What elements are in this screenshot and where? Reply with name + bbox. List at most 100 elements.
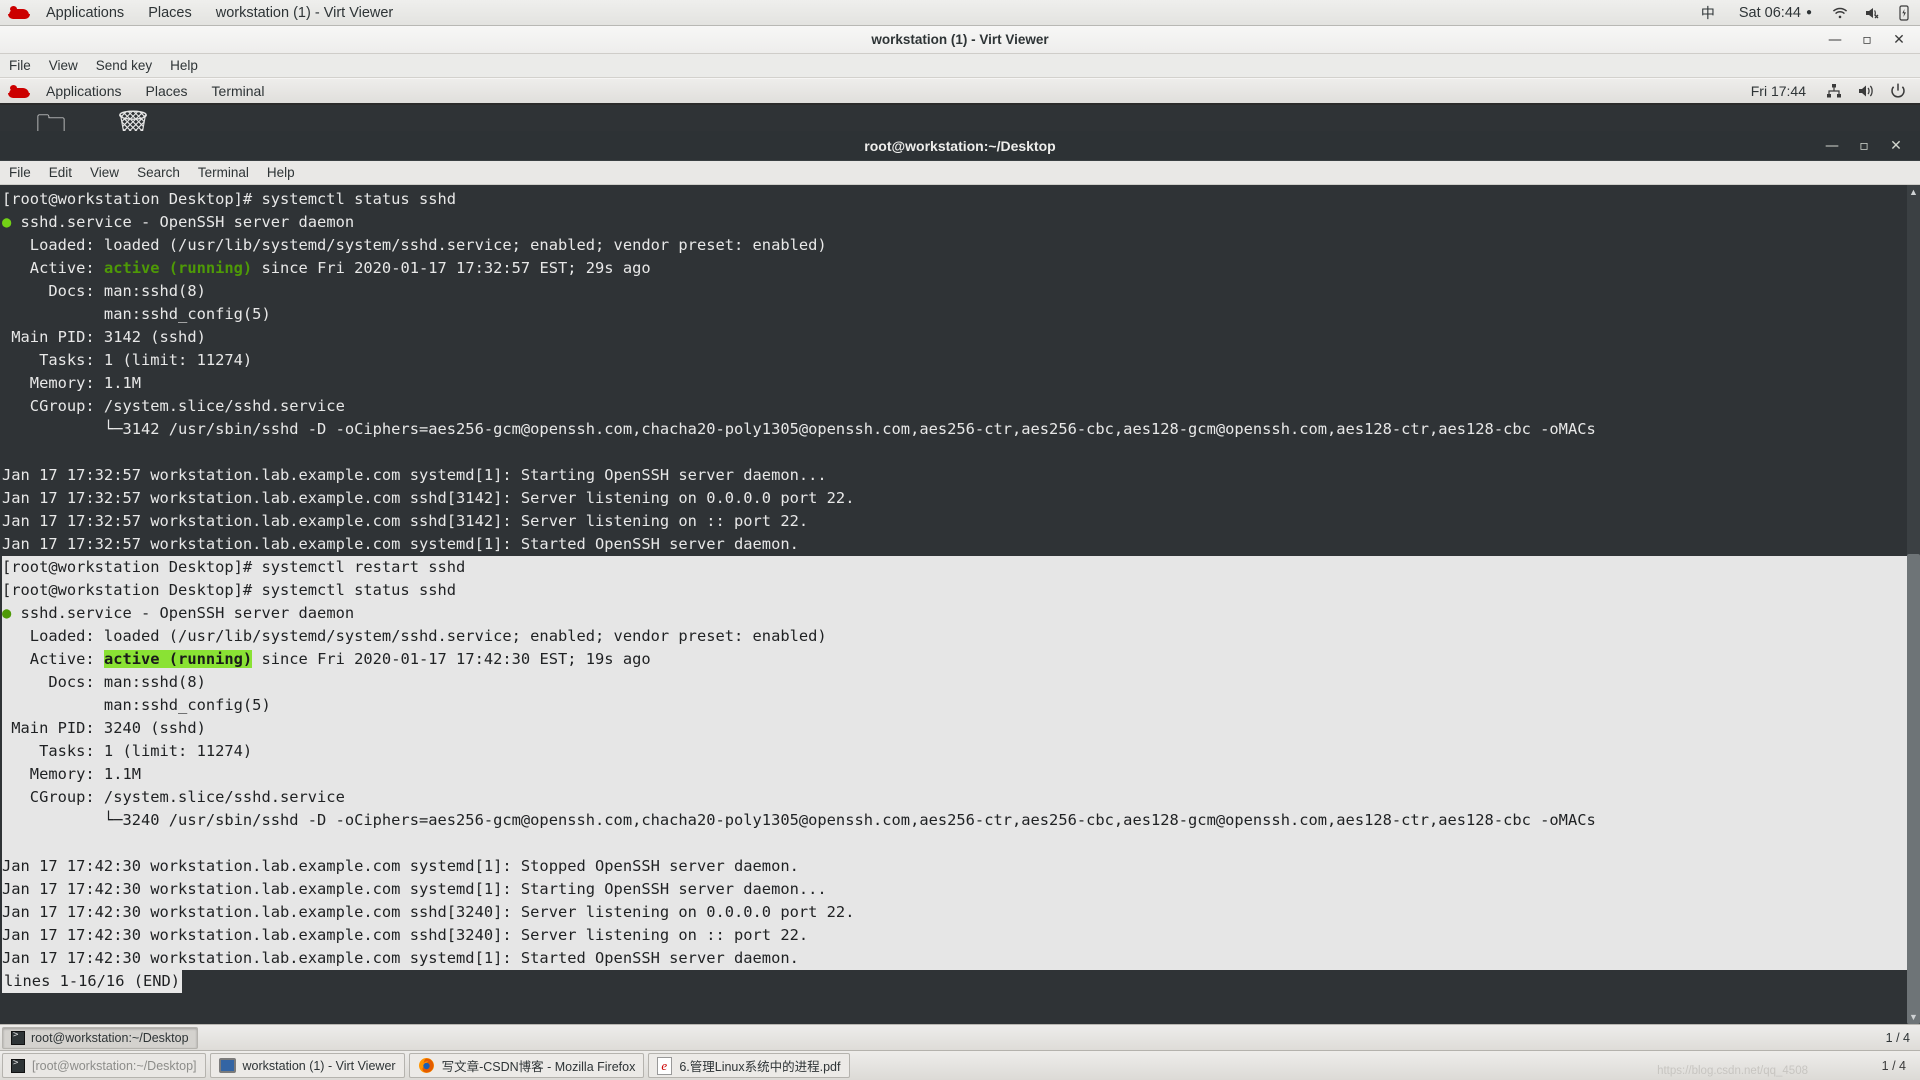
terminal-line: Active: active (running) since Fri 2020-… [2,648,1920,671]
terminal-line: Tasks: 1 (limit: 11274) [2,349,1920,372]
terminal-output-area[interactable]: [root@workstation Desktop]# systemctl st… [0,185,1920,1024]
terminal-line: └─3240 /usr/sbin/sshd -D -oCiphers=aes25… [2,809,1920,832]
minimize-button[interactable]: — [1820,27,1850,53]
terminal-line-text: Jan 17 17:32:57 workstation.lab.example.… [2,512,809,530]
terminal-line-text: CGroup: /system.slice/sshd.service [2,397,345,415]
guest-panel-tray: Fri 17:44 [1739,78,1920,104]
host-menu-places[interactable]: Places [136,0,204,26]
guest-task-terminal[interactable]: root@workstation:~/Desktop [2,1026,198,1049]
host-task-terminal-label: [root@workstation:~/Desktop] [32,1058,197,1073]
host-task-pdf[interactable]: 6.管理Linux系统中的进程.pdf [648,1053,850,1078]
terminal-line: man:sshd_config(5) [2,694,1920,717]
host-menu-applications[interactable]: Applications [34,0,136,26]
terminal-line-text: [root@workstation Desktop]# systemctl st… [2,190,457,208]
terminal-titlebar[interactable]: root@workstation:~/Desktop — ▫ ✕ [0,131,1920,161]
ime-indicator[interactable]: 中 [1689,0,1727,26]
power-icon[interactable] [1889,82,1907,100]
terminal-scrollbar-thumb[interactable] [1907,554,1920,1024]
terminal-menu-view[interactable]: View [81,161,128,185]
host-window-title[interactable]: workstation (1) - Virt Viewer [204,0,406,26]
guest-redhat-logo[interactable] [0,78,34,104]
vv-menu-send-key[interactable]: Send key [87,54,161,78]
battery-icon[interactable] [1895,4,1913,22]
host-task-virt-viewer-label: workstation (1) - Virt Viewer [242,1058,396,1073]
terminal-line-text: Jan 17 17:42:30 workstation.lab.example.… [2,926,809,944]
terminal-line-text: Loaded: loaded (/usr/lib/systemd/system/… [2,627,827,645]
vv-menu-file[interactable]: File [0,54,40,78]
vv-menu-help[interactable]: Help [161,54,207,78]
screen-icon [218,1058,236,1073]
active-running-badge: active (running) [103,650,253,668]
guest-task-terminal-label: root@workstation:~/Desktop [31,1030,189,1045]
terminal-line-text: Jan 17 17:42:30 workstation.lab.example.… [2,903,855,921]
terminal-line: Docs: man:sshd(8) [2,671,1920,694]
terminal-menu-search[interactable]: Search [128,161,189,185]
volume-muted-icon[interactable] [1863,4,1881,22]
vv-menu-view[interactable]: View [40,54,87,78]
terminal-line-text: Jan 17 17:42:30 workstation.lab.example.… [2,857,799,875]
terminal-line-text: Tasks: 1 (limit: 11274) [2,351,253,369]
terminal-line: Active: active (running) since Fri 2020-… [2,257,1920,280]
guest-workspace-indicator[interactable]: 1 / 4 [1886,1031,1920,1045]
host-task-firefox[interactable]: 写文章-CSDN博客 - Mozilla Firefox [408,1053,645,1078]
terminal-line-text: sshd.service - OpenSSH server daemon [20,604,355,622]
terminal-line-text: └─3142 /usr/sbin/sshd -D -oCiphers=aes25… [2,420,1596,438]
terminal-line: CGroup: /system.slice/sshd.service [2,786,1920,809]
terminal-menubar: File Edit View Search Terminal Help [0,161,1920,185]
redhat-logo[interactable] [0,0,34,26]
scroll-up-arrow-icon[interactable]: ▲ [1907,185,1920,199]
guest-menu-terminal[interactable]: Terminal [200,78,277,104]
pager-status-text: lines 1-16/16 (END) [2,970,183,993]
host-task-terminal[interactable]: [root@workstation:~/Desktop] [2,1053,206,1078]
scroll-down-arrow-icon[interactable]: ▼ [1907,1010,1920,1024]
terminal-line: Jan 17 17:42:30 workstation.lab.example.… [2,855,1920,878]
virt-viewer-titlebar[interactable]: workstation (1) - Virt Viewer — ▫ ✕ [0,26,1920,54]
terminal-line-text: man:sshd_config(5) [2,305,271,323]
host-clock[interactable]: Sat 06:44 ● [1727,0,1824,26]
host-panel-tray: 中 Sat 06:44 ● [1689,0,1920,26]
guest-menu-places[interactable]: Places [134,78,200,104]
terminal-line-text: Loaded: loaded (/usr/lib/systemd/system/… [2,236,827,254]
terminal-minimize-button[interactable]: — [1816,132,1848,160]
volume-icon[interactable] [1857,82,1875,100]
terminal-menu-file[interactable]: File [0,161,40,185]
terminal-line: Docs: man:sshd(8) [2,280,1920,303]
virt-viewer-window: workstation (1) - Virt Viewer — ▫ ✕ File… [0,26,1920,1050]
guest-menu-applications[interactable]: Applications [34,78,134,104]
network-icon[interactable] [1825,82,1843,100]
terminal-line: Memory: 1.1M [2,763,1920,786]
terminal-line: ● sshd.service - OpenSSH server daemon [2,211,1920,234]
terminal-menu-terminal[interactable]: Terminal [189,161,258,185]
terminal-line: Jan 17 17:42:30 workstation.lab.example.… [2,901,1920,924]
terminal-line-text: Main PID: 3142 (sshd) [2,328,206,346]
host-task-virt-viewer[interactable]: workstation (1) - Virt Viewer [209,1053,405,1078]
host-menu-applications-label: Applications [46,4,125,21]
maximize-button[interactable]: ▫ [1852,27,1882,53]
terminal-line-text: Jan 17 17:32:57 workstation.lab.example.… [2,489,855,507]
terminal-line-text: └─3240 /usr/sbin/sshd -D -oCiphers=aes25… [2,811,1596,829]
host-task-pdf-label: 6.管理Linux系统中的进程.pdf [679,1060,841,1074]
terminal-line: [root@workstation Desktop]# systemctl st… [2,579,1920,602]
guest-clock[interactable]: Fri 17:44 [1739,78,1818,104]
terminal-text: [root@workstation Desktop]# systemctl st… [0,188,1920,993]
terminal-line-text: [root@workstation Desktop]# systemctl re… [2,558,466,576]
wifi-icon[interactable] [1831,4,1849,22]
host-workspace-indicator[interactable]: 1 / 4 [1882,1059,1920,1073]
terminal-line-text: Jan 17 17:42:30 workstation.lab.example.… [2,949,799,967]
terminal-line: CGroup: /system.slice/sshd.service [2,395,1920,418]
terminal-line-text: Jan 17 17:42:30 workstation.lab.example.… [2,880,827,898]
terminal-window-controls: — ▫ ✕ [1816,131,1912,161]
terminal-scrollbar[interactable]: ▲ ▼ [1907,185,1920,1024]
terminal-line: Jan 17 17:32:57 workstation.lab.example.… [2,510,1920,533]
terminal-line: Tasks: 1 (limit: 11274) [2,740,1920,763]
terminal-line-text: Active: [2,650,104,668]
virt-viewer-title: workstation (1) - Virt Viewer [871,32,1049,47]
terminal-menu-edit[interactable]: Edit [40,161,81,185]
terminal-line-text: sshd.service - OpenSSH server daemon [20,213,355,231]
terminal-line-text: Docs: man:sshd(8) [2,282,206,300]
terminal-maximize-button[interactable]: ▫ [1848,132,1880,160]
terminal-close-button[interactable]: ✕ [1880,132,1912,160]
terminal-menu-help[interactable]: Help [258,161,304,185]
close-button[interactable]: ✕ [1884,27,1914,53]
